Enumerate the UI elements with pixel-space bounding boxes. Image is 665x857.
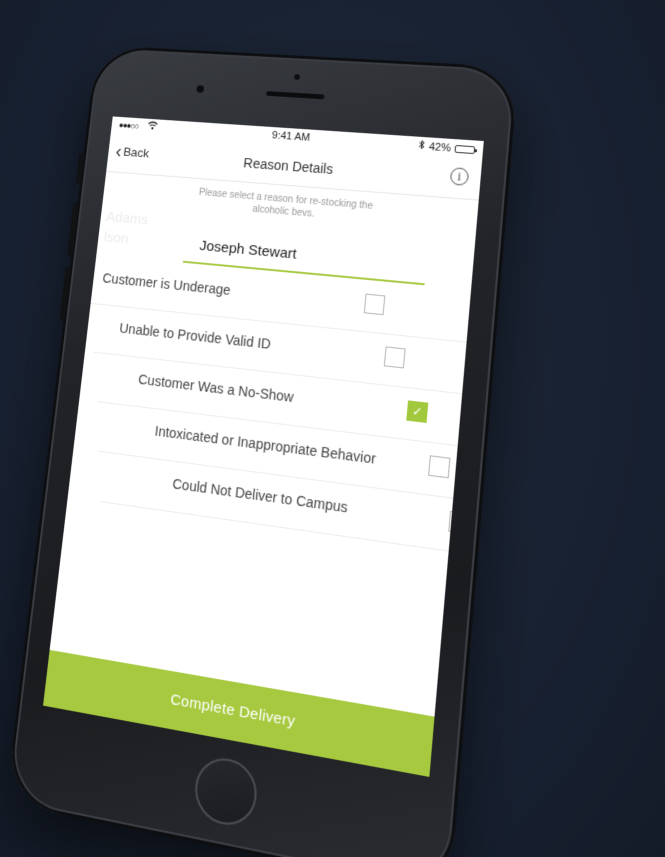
bluetooth-icon bbox=[417, 140, 425, 153]
background: ●●●○○ 9:41 AM 42% ‹ Back Reason Details … bbox=[0, 0, 665, 857]
customer-tab-current[interactable]: Joseph Stewart bbox=[199, 238, 298, 263]
reason-checkbox[interactable] bbox=[364, 294, 386, 316]
battery-icon bbox=[455, 144, 476, 153]
volume-up-button bbox=[67, 202, 79, 256]
reason-checkbox[interactable] bbox=[448, 511, 471, 535]
mute-switch bbox=[76, 152, 85, 183]
app-screen: ●●●○○ 9:41 AM 42% ‹ Back Reason Details … bbox=[43, 116, 484, 777]
checkmark-icon[interactable]: ✓ bbox=[406, 400, 428, 423]
front-camera bbox=[196, 85, 204, 93]
reason-list: Customer is Underage Unable to Provide V… bbox=[68, 256, 471, 551]
volume-down-button bbox=[59, 267, 71, 321]
home-button[interactable] bbox=[192, 753, 260, 830]
phone-body: ●●●○○ 9:41 AM 42% ‹ Back Reason Details … bbox=[5, 45, 518, 857]
complete-delivery-button[interactable]: Complete Delivery bbox=[43, 650, 434, 777]
earpiece-speaker bbox=[266, 91, 325, 99]
customer-tab-previous-2[interactable]: lson bbox=[103, 229, 129, 247]
reason-checkbox[interactable] bbox=[384, 346, 406, 368]
proximity-sensor bbox=[294, 74, 300, 80]
status-right: 42% bbox=[417, 140, 475, 156]
reason-label: Customer is Underage bbox=[102, 270, 231, 298]
customer-tab-previous[interactable]: Adams bbox=[105, 209, 148, 228]
reason-checkbox[interactable] bbox=[428, 455, 450, 478]
phone-mockup: ●●●○○ 9:41 AM 42% ‹ Back Reason Details … bbox=[5, 45, 518, 857]
reason-label: Customer Was a No-Show bbox=[138, 371, 295, 405]
battery-percent: 42% bbox=[428, 141, 451, 154]
reason-label: Could Not Deliver to Campus bbox=[172, 476, 349, 516]
reason-label: Unable to Provide Valid ID bbox=[119, 320, 272, 352]
